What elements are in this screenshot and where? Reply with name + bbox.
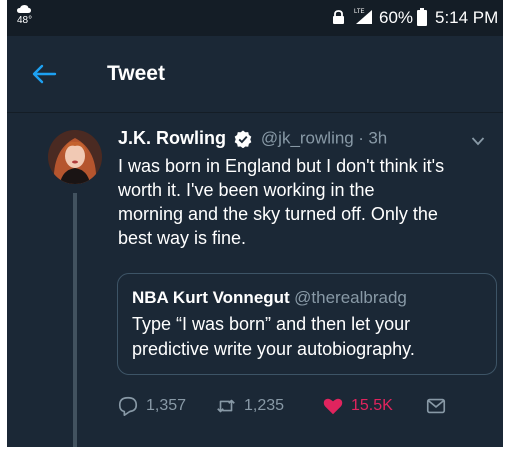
envelope-icon <box>426 398 446 414</box>
quoted-tweet[interactable]: NBA Kurt Vonnegut @therealbradg Type “I … <box>117 273 497 375</box>
quoted-tweet-header: NBA Kurt Vonnegut @therealbradg <box>132 288 407 308</box>
battery-icon <box>417 8 427 26</box>
author-handle[interactable]: @jk_rowling <box>261 129 354 148</box>
tweet-text-line: best way is fine. <box>118 228 247 248</box>
quoted-author-name: NBA Kurt Vonnegut <box>132 288 290 307</box>
direct-message-button[interactable] <box>425 394 447 418</box>
separator: · <box>358 128 364 148</box>
verified-badge-icon <box>235 130 252 148</box>
tweet-text-line: morning and the sky turned off. Only the <box>118 204 438 224</box>
page-title: Tweet <box>107 62 165 85</box>
quoted-tweet-text: Type “I was born” and then let your pred… <box>132 312 415 362</box>
lock-icon <box>333 10 344 24</box>
signal-icon: LTE <box>354 9 372 24</box>
author-name[interactable]: J.K. Rowling <box>118 128 226 148</box>
quoted-author-handle: @therealbradg <box>294 288 407 307</box>
clock: 5:14 PM <box>435 8 499 27</box>
chevron-down-icon[interactable] <box>471 136 485 146</box>
action-bar: 1,357 1,235 15.5K <box>117 394 497 418</box>
retweet-count: 1,235 <box>244 397 285 414</box>
avatar[interactable] <box>48 130 102 184</box>
tweet-text: I was born in England but I don't think … <box>118 154 498 250</box>
tweet-header: J.K. Rowling @jk_rowling · 3h <box>118 128 387 152</box>
heart-icon <box>323 398 343 415</box>
profile-photo <box>48 130 102 184</box>
tweet-text-line: I was born in England but I don't think … <box>118 156 445 176</box>
quoted-text-line: predictive write your autobiography. <box>132 339 415 359</box>
like-count: 15.5K <box>351 397 393 414</box>
reply-count: 1,357 <box>146 397 187 414</box>
status-bar: 48° LTE 60% 5:14 PM <box>7 0 503 36</box>
thread-line <box>73 193 77 447</box>
retweet-icon <box>217 399 235 413</box>
reply-icon <box>118 396 138 416</box>
like-button[interactable]: 15.5K <box>322 394 393 418</box>
battery-percent: 60% <box>379 8 414 27</box>
retweet-button[interactable]: 1,235 <box>215 394 284 418</box>
cloud-icon <box>17 5 31 13</box>
tweet-text-line: worth it. I've been working in the <box>118 180 375 200</box>
network-label: LTE <box>354 9 365 15</box>
tweet-time: 3h <box>368 128 388 148</box>
back-arrow-icon[interactable] <box>31 64 57 84</box>
quoted-text-line: Type “I was born” and then let your <box>132 314 411 334</box>
reply-button[interactable]: 1,357 <box>117 394 186 418</box>
header-bar: Tweet <box>7 36 503 113</box>
screenshot-frame: 48° LTE 60% 5:14 PM Tweet J.K. Rowling @… <box>7 0 503 447</box>
temperature: 48° <box>17 15 33 26</box>
